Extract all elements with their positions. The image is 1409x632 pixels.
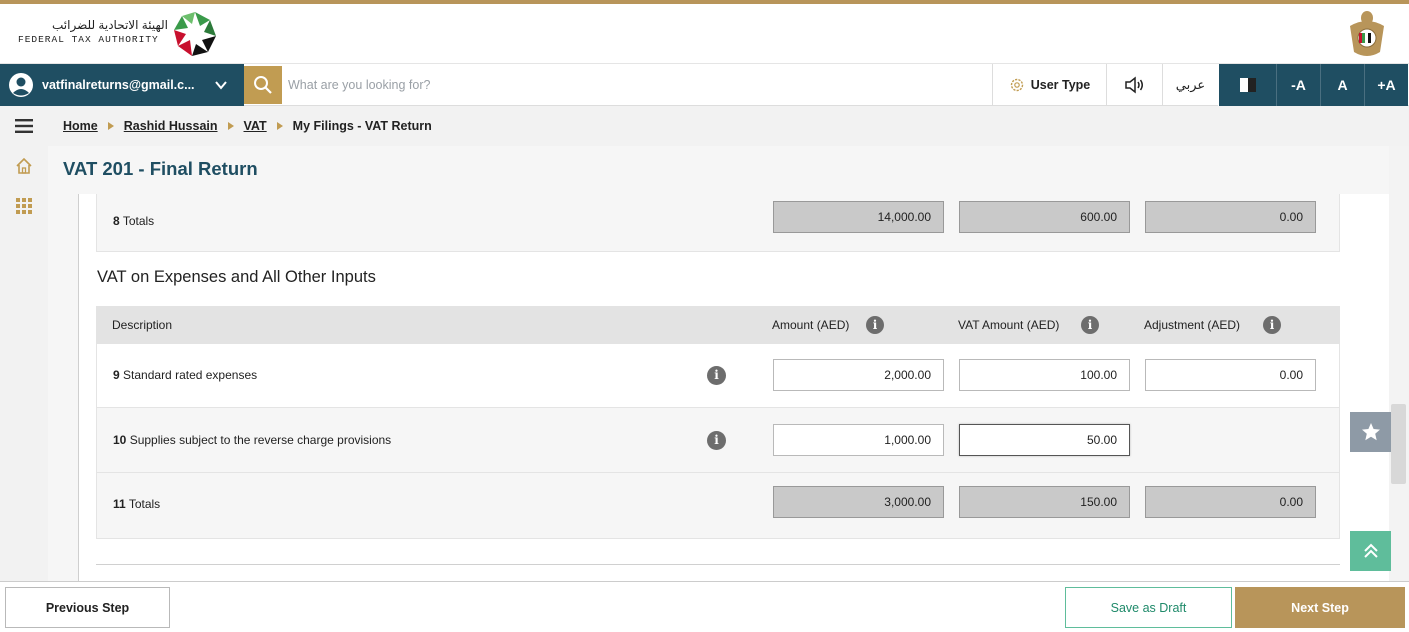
breadcrumb: Home Rashid Hussain VAT My Filings - VAT… [48,106,1409,146]
top-toolbar: vatfinalreturns@gmail.c... User Type عرب… [0,64,1409,106]
amount-info-icon[interactable]: i [866,316,884,334]
search-icon [254,76,272,94]
font-normal-button[interactable]: A [1320,64,1364,106]
col-vat-amount: VAT Amount (AED) [958,318,1060,332]
standard-expenses-adjustment-input[interactable]: 0.00 [1145,359,1316,391]
standard-expenses-vat-input[interactable]: 100.00 [959,359,1130,391]
speaker-icon [1124,76,1143,94]
save-as-draft-button[interactable]: Save as Draft [1065,587,1232,628]
return-form-panel: 8 Totals 14,000.00 600.00 0.00 VAT on Ex… [78,194,1389,581]
sidebar-apps[interactable] [0,186,48,226]
page-scrollbar[interactable] [1389,146,1409,581]
gear-icon [1010,78,1023,92]
breadcrumb-arrow-icon [227,122,234,130]
contrast-toggle[interactable] [1218,64,1276,106]
read-aloud-button[interactable] [1106,64,1162,106]
row-number: 9 [113,368,120,382]
row-label: 8 Totals [113,214,154,228]
col-description: Description [112,318,173,332]
account-menu[interactable]: vatfinalreturns@gmail.c... [0,64,244,106]
breadcrumb-arrow-icon [107,122,114,130]
row-text: Totals [122,214,155,228]
row-number: 11 [113,497,126,511]
breadcrumb-current: My Filings - VAT Return [292,119,432,133]
footer-actions: Previous Step Save as Draft Next Step [0,581,1409,632]
expenses-total-amount: 3,000.00 [773,486,944,518]
row-number: 10 [113,433,127,447]
row-label: 9 Standard rated expenses [113,368,257,382]
left-sidebar [0,106,48,581]
standard-expenses-amount-input[interactable]: 2,000.00 [773,359,944,391]
search-button[interactable] [244,66,282,104]
row-text: Totals [128,497,161,511]
row-info-icon[interactable]: i [707,366,726,385]
expenses-totals-row: 11 Totals 3,000.00 150.00 0.00 [96,473,1340,539]
main-content: VAT 201 - Final Return 8 Totals 14,000.0… [48,146,1389,581]
reverse-charge-vat-input[interactable]: 50.00 [959,424,1130,456]
favorite-button[interactable] [1350,412,1391,452]
supplies-total-vat: 600.00 [959,201,1130,233]
previous-step-button[interactable]: Previous Step [5,587,170,628]
contrast-icon [1239,78,1256,92]
breadcrumb-arrow-icon [276,122,283,130]
scroll-to-top-button[interactable] [1350,531,1391,571]
hamburger-icon [15,119,33,133]
fta-logo-text[interactable]: الهيئة الاتحادية للضرائب FEDERAL TAX AUT… [18,18,168,45]
next-step-button[interactable]: Next Step [1235,587,1405,628]
row-label: 11 Totals [113,497,160,511]
font-increase-button[interactable]: +A [1364,64,1408,106]
scrollbar-thumb[interactable] [1391,404,1406,484]
supplies-total-adjustment: 0.00 [1145,201,1316,233]
double-chevron-up-icon [1363,543,1378,558]
font-decrease-button[interactable]: -A [1276,64,1320,106]
logo-english: FEDERAL TAX AUTHORITY [18,34,159,45]
search-input[interactable] [288,70,978,100]
breadcrumb-user[interactable]: Rashid Hussain [124,119,218,133]
table-row: 10 Supplies subject to the reverse charg… [96,408,1340,473]
row-text: Standard rated expenses [123,368,258,382]
home-icon [16,158,32,174]
user-type-label: User Type [1030,78,1091,92]
supplies-totals-row: 8 Totals 14,000.00 600.00 0.00 [96,194,1340,252]
grid-icon [16,198,32,214]
site-header: الهيئة الاتحادية للضرائب FEDERAL TAX AUT… [0,4,1409,64]
row-number: 8 [113,214,120,228]
expenses-total-vat: 150.00 [959,486,1130,518]
sidebar-home[interactable] [0,146,48,186]
menu-toggle[interactable] [0,106,48,146]
row-text: Supplies subject to the reverse charge p… [129,433,392,447]
logo-arabic: الهيئة الاتحادية للضرائب [51,18,168,32]
expenses-table-header: Description Amount (AED) i VAT Amount (A… [96,306,1340,344]
user-avatar-icon [9,73,33,97]
reverse-charge-amount-input[interactable]: 1,000.00 [773,424,944,456]
expenses-heading: VAT on Expenses and All Other Inputs [97,268,376,286]
table-row: 9 Standard rated expenses i 2,000.00 100… [96,344,1340,408]
expenses-total-adjustment: 0.00 [1145,486,1316,518]
col-adjustment: Adjustment (AED) [1144,318,1241,332]
chevron-down-icon [215,81,227,90]
breadcrumb-vat[interactable]: VAT [244,119,267,133]
account-email: vatfinalreturns@gmail.c... [42,78,195,92]
uae-emblem-icon [1350,11,1384,56]
breadcrumb-home[interactable]: Home [63,119,98,133]
adjustment-info-icon[interactable]: i [1263,316,1281,334]
supplies-total-amount: 14,000.00 [773,201,944,233]
row-label: 10 Supplies subject to the reverse charg… [113,433,391,447]
vat-amount-info-icon[interactable]: i [1081,316,1099,334]
star-icon [1361,423,1380,441]
section-divider [96,564,1340,565]
user-type-button[interactable]: User Type [992,64,1106,106]
language-toggle[interactable]: عربي [1162,64,1218,106]
row-info-icon[interactable]: i [707,431,726,450]
fta-logo-icon[interactable] [170,8,220,60]
col-amount: Amount (AED) [772,318,850,332]
page-title: VAT 201 - Final Return [63,158,258,179]
